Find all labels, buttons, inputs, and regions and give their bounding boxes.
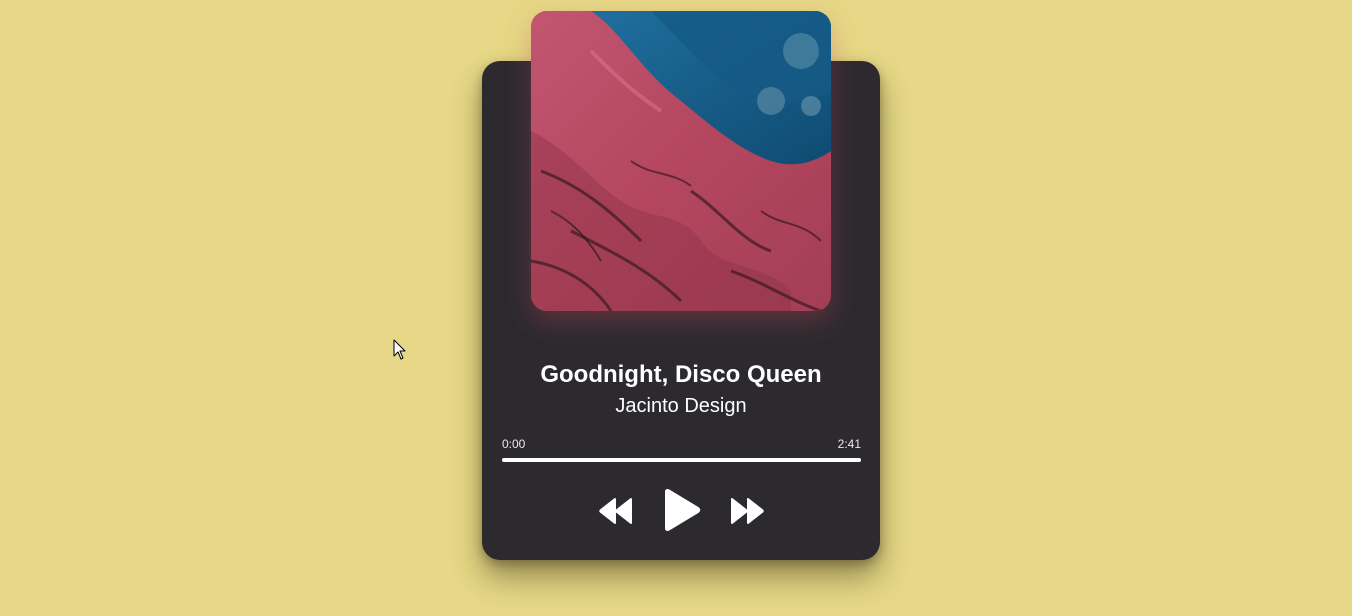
rewind-button[interactable] bbox=[598, 497, 634, 525]
progress-fill bbox=[502, 458, 861, 462]
progress-bar[interactable] bbox=[502, 457, 861, 463]
mouse-pointer-icon bbox=[393, 339, 406, 360]
album-cover-image bbox=[531, 11, 831, 311]
play-icon bbox=[665, 489, 701, 531]
track-artist: Jacinto Design bbox=[615, 395, 747, 417]
track-duration: 2:41 bbox=[837, 437, 861, 451]
fast-forward-icon bbox=[731, 498, 764, 524]
current-time: 0:00 bbox=[502, 437, 526, 451]
album-cover-art bbox=[531, 11, 831, 311]
track-title: Goodnight, Disco Queen bbox=[540, 361, 822, 388]
fast-forward-button[interactable] bbox=[729, 497, 765, 525]
page: Goodnight, Disco Queen Jacinto Design 0:… bbox=[0, 0, 1352, 616]
rewind-icon bbox=[599, 498, 632, 524]
play-button[interactable] bbox=[660, 488, 702, 532]
